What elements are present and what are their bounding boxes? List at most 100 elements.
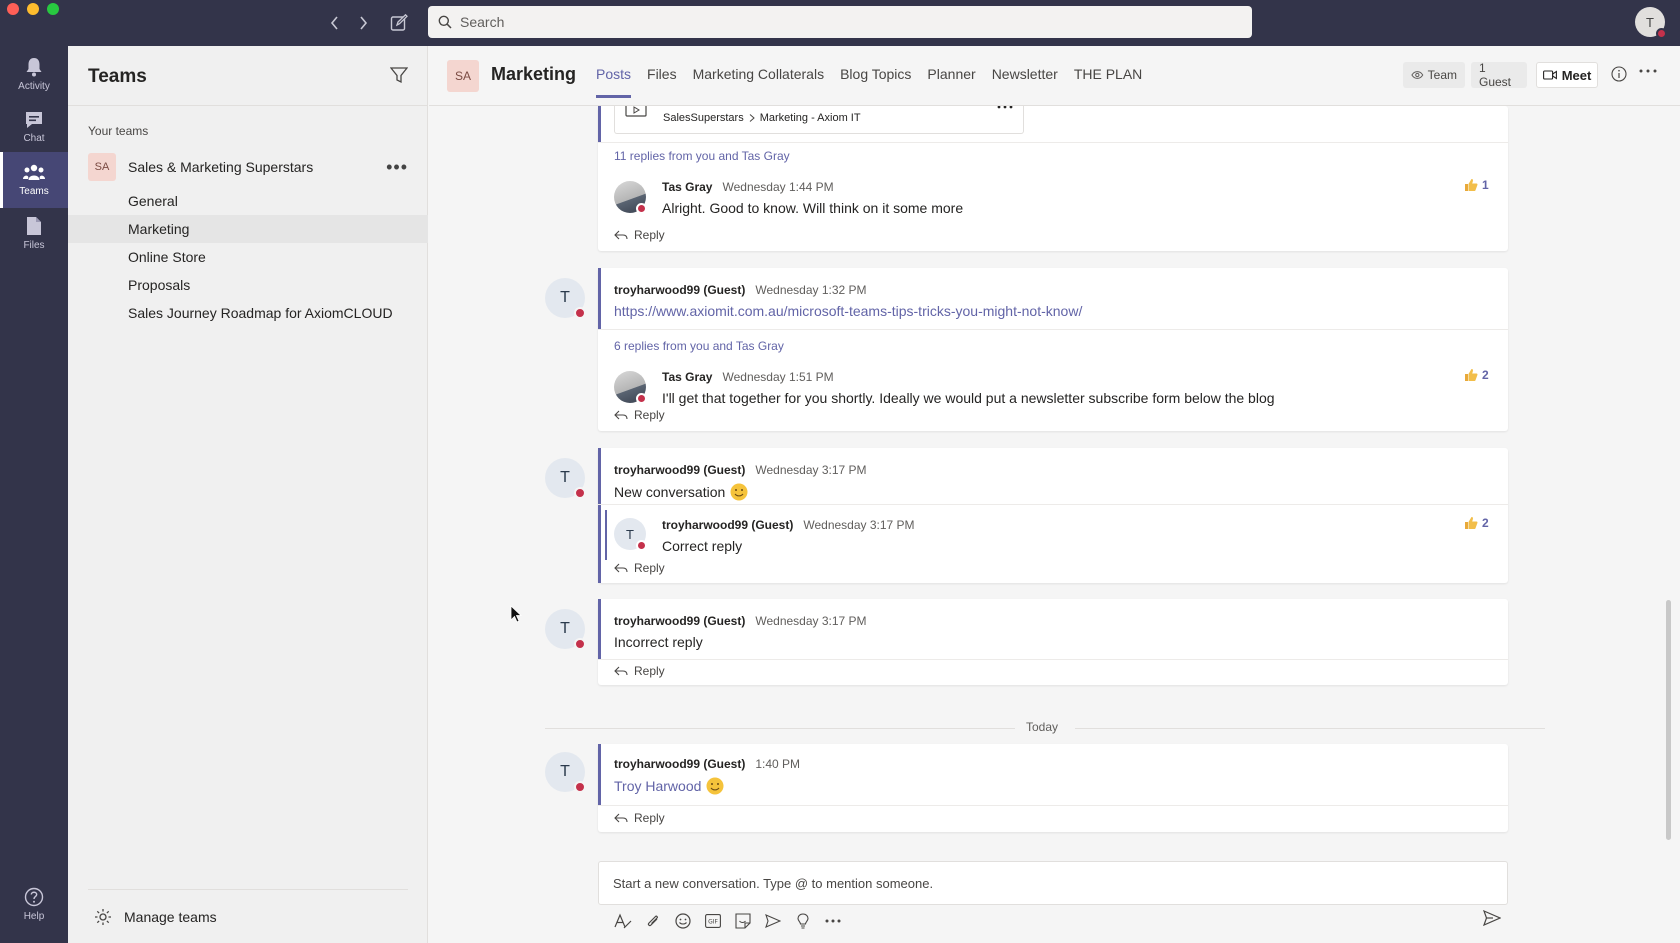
reply-button[interactable]: Reply <box>614 664 665 678</box>
guest-pill[interactable]: 1 Guest <box>1471 61 1527 89</box>
compose-box[interactable] <box>598 861 1508 905</box>
rail-item-chat[interactable]: Chat <box>0 99 68 155</box>
rail-item-activity[interactable]: Activity <box>0 46 68 102</box>
reply-message: Tas Gray Wednesday 1:51 PM I'll get that … <box>662 368 1275 406</box>
reply-time: Wednesday 3:17 PM <box>803 518 915 532</box>
teams-icon <box>23 164 45 180</box>
avatar-initial: T <box>560 289 570 306</box>
meet-button[interactable]: Meet <box>1536 62 1598 88</box>
rail-item-files[interactable]: Files <box>0 205 68 261</box>
thumbs-up-icon <box>1465 179 1478 191</box>
gear-icon <box>95 909 111 925</box>
team-pill-label: Team <box>1427 68 1457 82</box>
rail-item-help[interactable]: Help <box>0 876 68 932</box>
tab-newsletter[interactable]: Newsletter <box>992 66 1058 98</box>
post-author: troyharwood99 (Guest) <box>614 757 746 771</box>
shared-item-card[interactable]: SalesSuperstars Marketing - Axiom IT <box>614 106 1024 134</box>
tab-the-plan[interactable]: THE PLAN <box>1074 66 1142 98</box>
reply-label: Reply <box>634 664 665 678</box>
reply-arrow-icon <box>614 666 628 676</box>
thread-card: troyharwood99 (Guest) Wednesday 3:17 PM N… <box>598 448 1508 583</box>
send-button[interactable] <box>1483 910 1501 926</box>
reply-message: Tas Gray Wednesday 1:44 PM Alright. Good … <box>662 178 963 216</box>
status-busy-icon <box>636 393 647 404</box>
manage-teams-button[interactable]: Manage teams <box>94 908 217 926</box>
send-icon <box>1483 910 1501 926</box>
sticker-button[interactable] <box>732 910 754 932</box>
date-divider-label: Today <box>1026 720 1059 734</box>
channel-online-store[interactable]: Online Store <box>68 243 428 271</box>
maximize-window-button[interactable] <box>47 3 59 15</box>
team-name: Sales & Marketing Superstars <box>128 159 314 175</box>
rail-label-help: Help <box>23 910 45 922</box>
title-bar: T <box>0 0 1680 46</box>
gif-button[interactable]: GIF <box>702 910 724 932</box>
user-mention[interactable]: Troy Harwood <box>614 778 701 794</box>
channel-marketing[interactable]: Marketing <box>68 215 428 243</box>
post-link[interactable]: https://www.axiomit.com.au/microsoft-tea… <box>614 303 1082 319</box>
like-count: 2 <box>1482 516 1489 530</box>
meet-label: Meet <box>1561 67 1592 83</box>
praise-button[interactable] <box>792 910 814 932</box>
chevron-right-icon <box>360 16 368 30</box>
more-options-button[interactable] <box>822 910 844 932</box>
post-author: troyharwood99 (Guest) <box>614 283 746 297</box>
reply-text: I'll get that together for you shortly. … <box>662 390 1275 406</box>
app-rail: Activity Chat Teams Files Help <box>0 46 68 943</box>
status-busy-icon <box>1656 28 1667 39</box>
avatar <box>614 181 647 214</box>
status-busy-icon <box>574 638 586 650</box>
thread-card: troyharwood99 (Guest) 1:40 PM Troy Harwoo… <box>598 744 1508 832</box>
channel-info-button[interactable] <box>1611 66 1627 82</box>
profile-avatar[interactable]: T <box>1635 7 1667 39</box>
rail-item-teams[interactable]: Teams <box>0 152 68 208</box>
replies-summary[interactable]: 11 replies from you and Tas Gray <box>614 149 790 163</box>
status-busy-icon <box>636 203 647 214</box>
channel-more-button[interactable] <box>1639 68 1657 74</box>
forward-button[interactable] <box>350 10 376 36</box>
like-reaction[interactable]: 1 <box>1464 178 1489 192</box>
search-icon <box>438 15 452 29</box>
new-chat-button[interactable] <box>386 10 412 36</box>
your-teams-label: Your teams <box>88 124 149 138</box>
reply-button[interactable]: Reply <box>614 561 665 575</box>
team-more-button[interactable]: ••• <box>386 157 408 178</box>
post-time: Wednesday 3:17 PM <box>755 463 867 477</box>
format-button[interactable] <box>612 910 634 932</box>
more-icon[interactable] <box>997 106 1013 109</box>
more-icon <box>1639 69 1657 73</box>
more-icon <box>825 919 841 923</box>
avatar: T <box>545 458 586 499</box>
reply-button[interactable]: Reply <box>614 228 665 242</box>
reply-button[interactable]: Reply <box>614 811 665 825</box>
like-reaction[interactable]: 2 <box>1464 516 1489 530</box>
compose-input[interactable] <box>613 875 1473 891</box>
attach-button[interactable] <box>642 910 664 932</box>
reply-label: Reply <box>634 561 665 575</box>
search-input[interactable] <box>460 14 1220 30</box>
feed-scrollbar[interactable] <box>1666 600 1671 840</box>
channel-avatar: SA <box>447 60 479 92</box>
tab-blog-topics[interactable]: Blog Topics <box>840 66 911 98</box>
meet-now-button[interactable] <box>762 910 784 932</box>
status-busy-icon <box>574 781 586 793</box>
close-window-button[interactable] <box>7 3 19 15</box>
filter-button[interactable] <box>390 66 408 84</box>
channel-general[interactable]: General <box>68 187 428 215</box>
tab-files[interactable]: Files <box>647 66 677 98</box>
back-button[interactable] <box>322 10 348 36</box>
channel-sales-journey[interactable]: Sales Journey Roadmap for AxiomCLOUD <box>68 299 428 327</box>
replies-summary[interactable]: 6 replies from you and Tas Gray <box>614 339 784 353</box>
reply-button[interactable]: Reply <box>614 408 665 422</box>
like-reaction[interactable]: 2 <box>1464 368 1489 382</box>
channel-proposals[interactable]: Proposals <box>68 271 428 299</box>
team-item-sales-marketing[interactable]: SA Sales & Marketing Superstars ••• <box>68 151 428 183</box>
emoji-button[interactable] <box>672 910 694 932</box>
video-file-icon <box>625 106 647 117</box>
tab-planner[interactable]: Planner <box>927 66 975 98</box>
search-box[interactable] <box>428 6 1252 38</box>
tab-posts[interactable]: Posts <box>596 66 632 98</box>
team-pill[interactable]: Team <box>1403 62 1465 88</box>
tab-marketing-collaterals[interactable]: Marketing Collaterals <box>693 66 825 98</box>
minimize-window-button[interactable] <box>27 3 39 15</box>
